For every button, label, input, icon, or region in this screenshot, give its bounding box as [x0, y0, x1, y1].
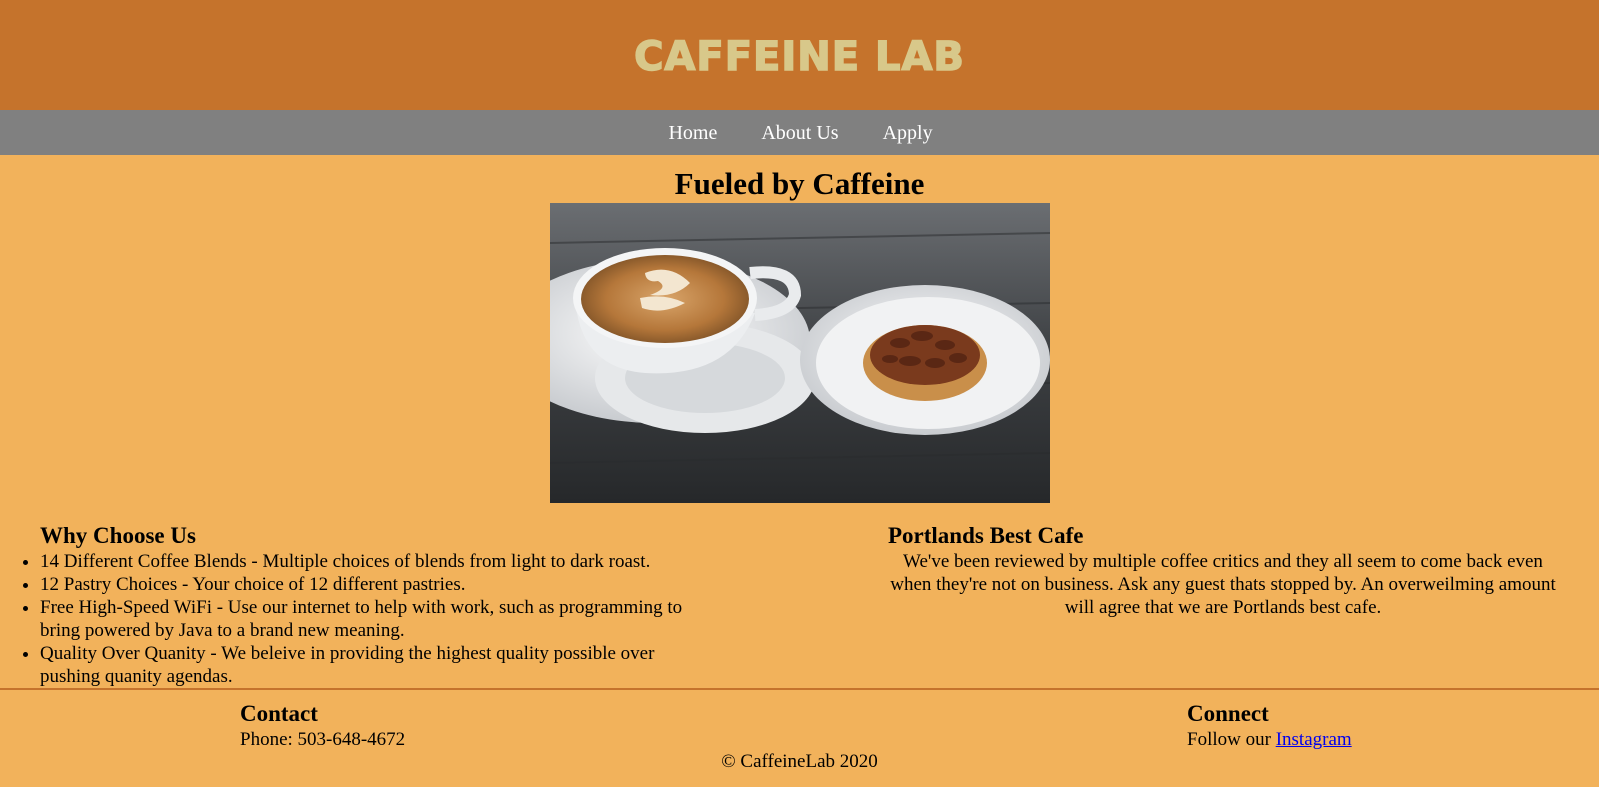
best-cafe-section: Portlands Best Cafe We've been reviewed … — [888, 522, 1558, 619]
site-logo: CAFFEINE LAB — [633, 33, 965, 81]
latte-and-pecan-tart-photo — [550, 203, 1050, 503]
hero-image — [550, 203, 1050, 503]
connect-block: Connect Follow our Instagram — [1187, 700, 1352, 751]
follow-text: Follow our — [1187, 729, 1276, 750]
best-cafe-heading: Portlands Best Cafe — [888, 523, 1084, 548]
phone-number: Phone: 503-648-4672 — [240, 729, 406, 750]
nav-about-link[interactable]: About Us — [761, 121, 838, 145]
instagram-link[interactable]: Instagram — [1276, 729, 1352, 750]
list-item: 12 Pastry Choices - Your choice of 12 di… — [40, 573, 720, 596]
main-nav: Home About Us Apply — [0, 110, 1599, 155]
list-item: Quality Over Quanity - We beleive in pro… — [40, 642, 720, 688]
best-cafe-text: We've been reviewed by multiple coffee c… — [890, 551, 1556, 618]
hero-title: Fueled by Caffeine — [674, 166, 925, 201]
contact-heading: Contact — [240, 701, 318, 726]
copyright-text: © CaffeineLab 2020 — [721, 751, 878, 772]
contact-block: Contact Phone: 503-648-4672 — [240, 700, 405, 751]
site-header: CAFFEINE LAB — [0, 0, 1599, 110]
why-choose-us-heading: Why Choose Us — [40, 523, 196, 548]
connect-heading: Connect — [1187, 701, 1269, 726]
list-item: Free High-Speed WiFi - Use our internet … — [40, 596, 720, 642]
footer-divider — [0, 688, 1599, 690]
nav-home-link[interactable]: Home — [668, 121, 717, 145]
list-item: 14 Different Coffee Blends - Multiple ch… — [40, 550, 720, 573]
why-choose-us-section: Why Choose Us 14 Different Coffee Blends… — [0, 522, 720, 688]
features-list: 14 Different Coffee Blends - Multiple ch… — [0, 550, 720, 688]
nav-apply-link[interactable]: Apply — [883, 121, 933, 145]
follow-line: Follow our Instagram — [1187, 728, 1352, 751]
